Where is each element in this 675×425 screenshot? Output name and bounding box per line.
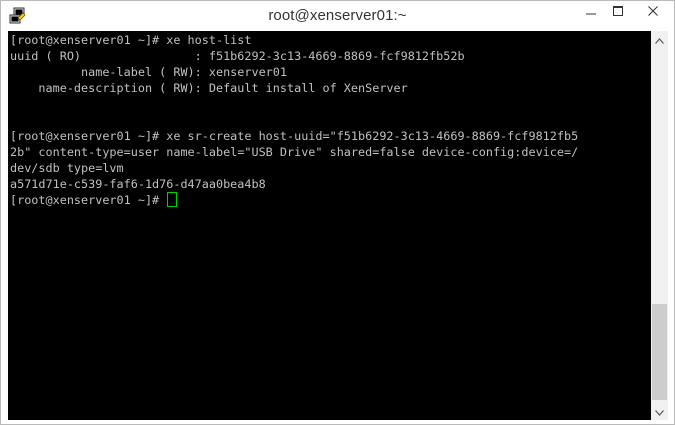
scrollbar-thumb[interactable] [652,304,667,400]
prompt-line[interactable]: [root@xenserver01 ~]# [10,192,578,208]
scroll-down-button[interactable] [651,403,668,420]
minimize-icon [586,3,596,21]
close-button[interactable] [631,1,675,23]
terminal-line: uuid ( RO) : f51b6292-3c13-4669-8869-fcf… [10,49,465,63]
shell-prompt: [root@xenserver01 ~]# [10,193,167,207]
terminal-line: [root@xenserver01 ~]# xe sr-create host-… [10,129,579,143]
arrow-down-icon [655,403,664,421]
close-icon [648,3,658,21]
terminal-line: name-description ( RW): Default install … [10,81,408,95]
terminal-line: a571d71e-c539-faf6-1d76-d47aa0bea4b8 [10,177,266,191]
text-cursor [167,192,178,207]
terminal-area[interactable]: [root@xenserver01 ~]# xe host-list uuid (… [8,31,651,420]
terminal-line: dev/sdb type=lvm [10,161,124,175]
terminal-line: [root@xenserver01 ~]# xe host-list [10,33,252,47]
scroll-up-button[interactable] [651,31,668,48]
window-border [668,31,674,420]
terminal-line: 2b" content-type=user name-label="USB Dr… [10,145,579,159]
terminal-line: name-label ( RW): xenserver01 [10,65,287,79]
terminal-output: [root@xenserver01 ~]# xe host-list uuid (… [10,32,578,208]
minimize-button[interactable] [577,1,605,23]
vertical-scrollbar[interactable] [651,31,668,420]
title-bar[interactable]: root@xenserver01:~ [1,1,674,31]
maximize-icon [613,3,623,21]
maximize-button[interactable] [605,1,631,23]
arrow-up-icon [655,31,664,49]
terminal-window: root@xenserver01:~ [root@xenserver01 ~]#… [0,0,675,425]
window-title: root@xenserver01:~ [268,7,407,24]
